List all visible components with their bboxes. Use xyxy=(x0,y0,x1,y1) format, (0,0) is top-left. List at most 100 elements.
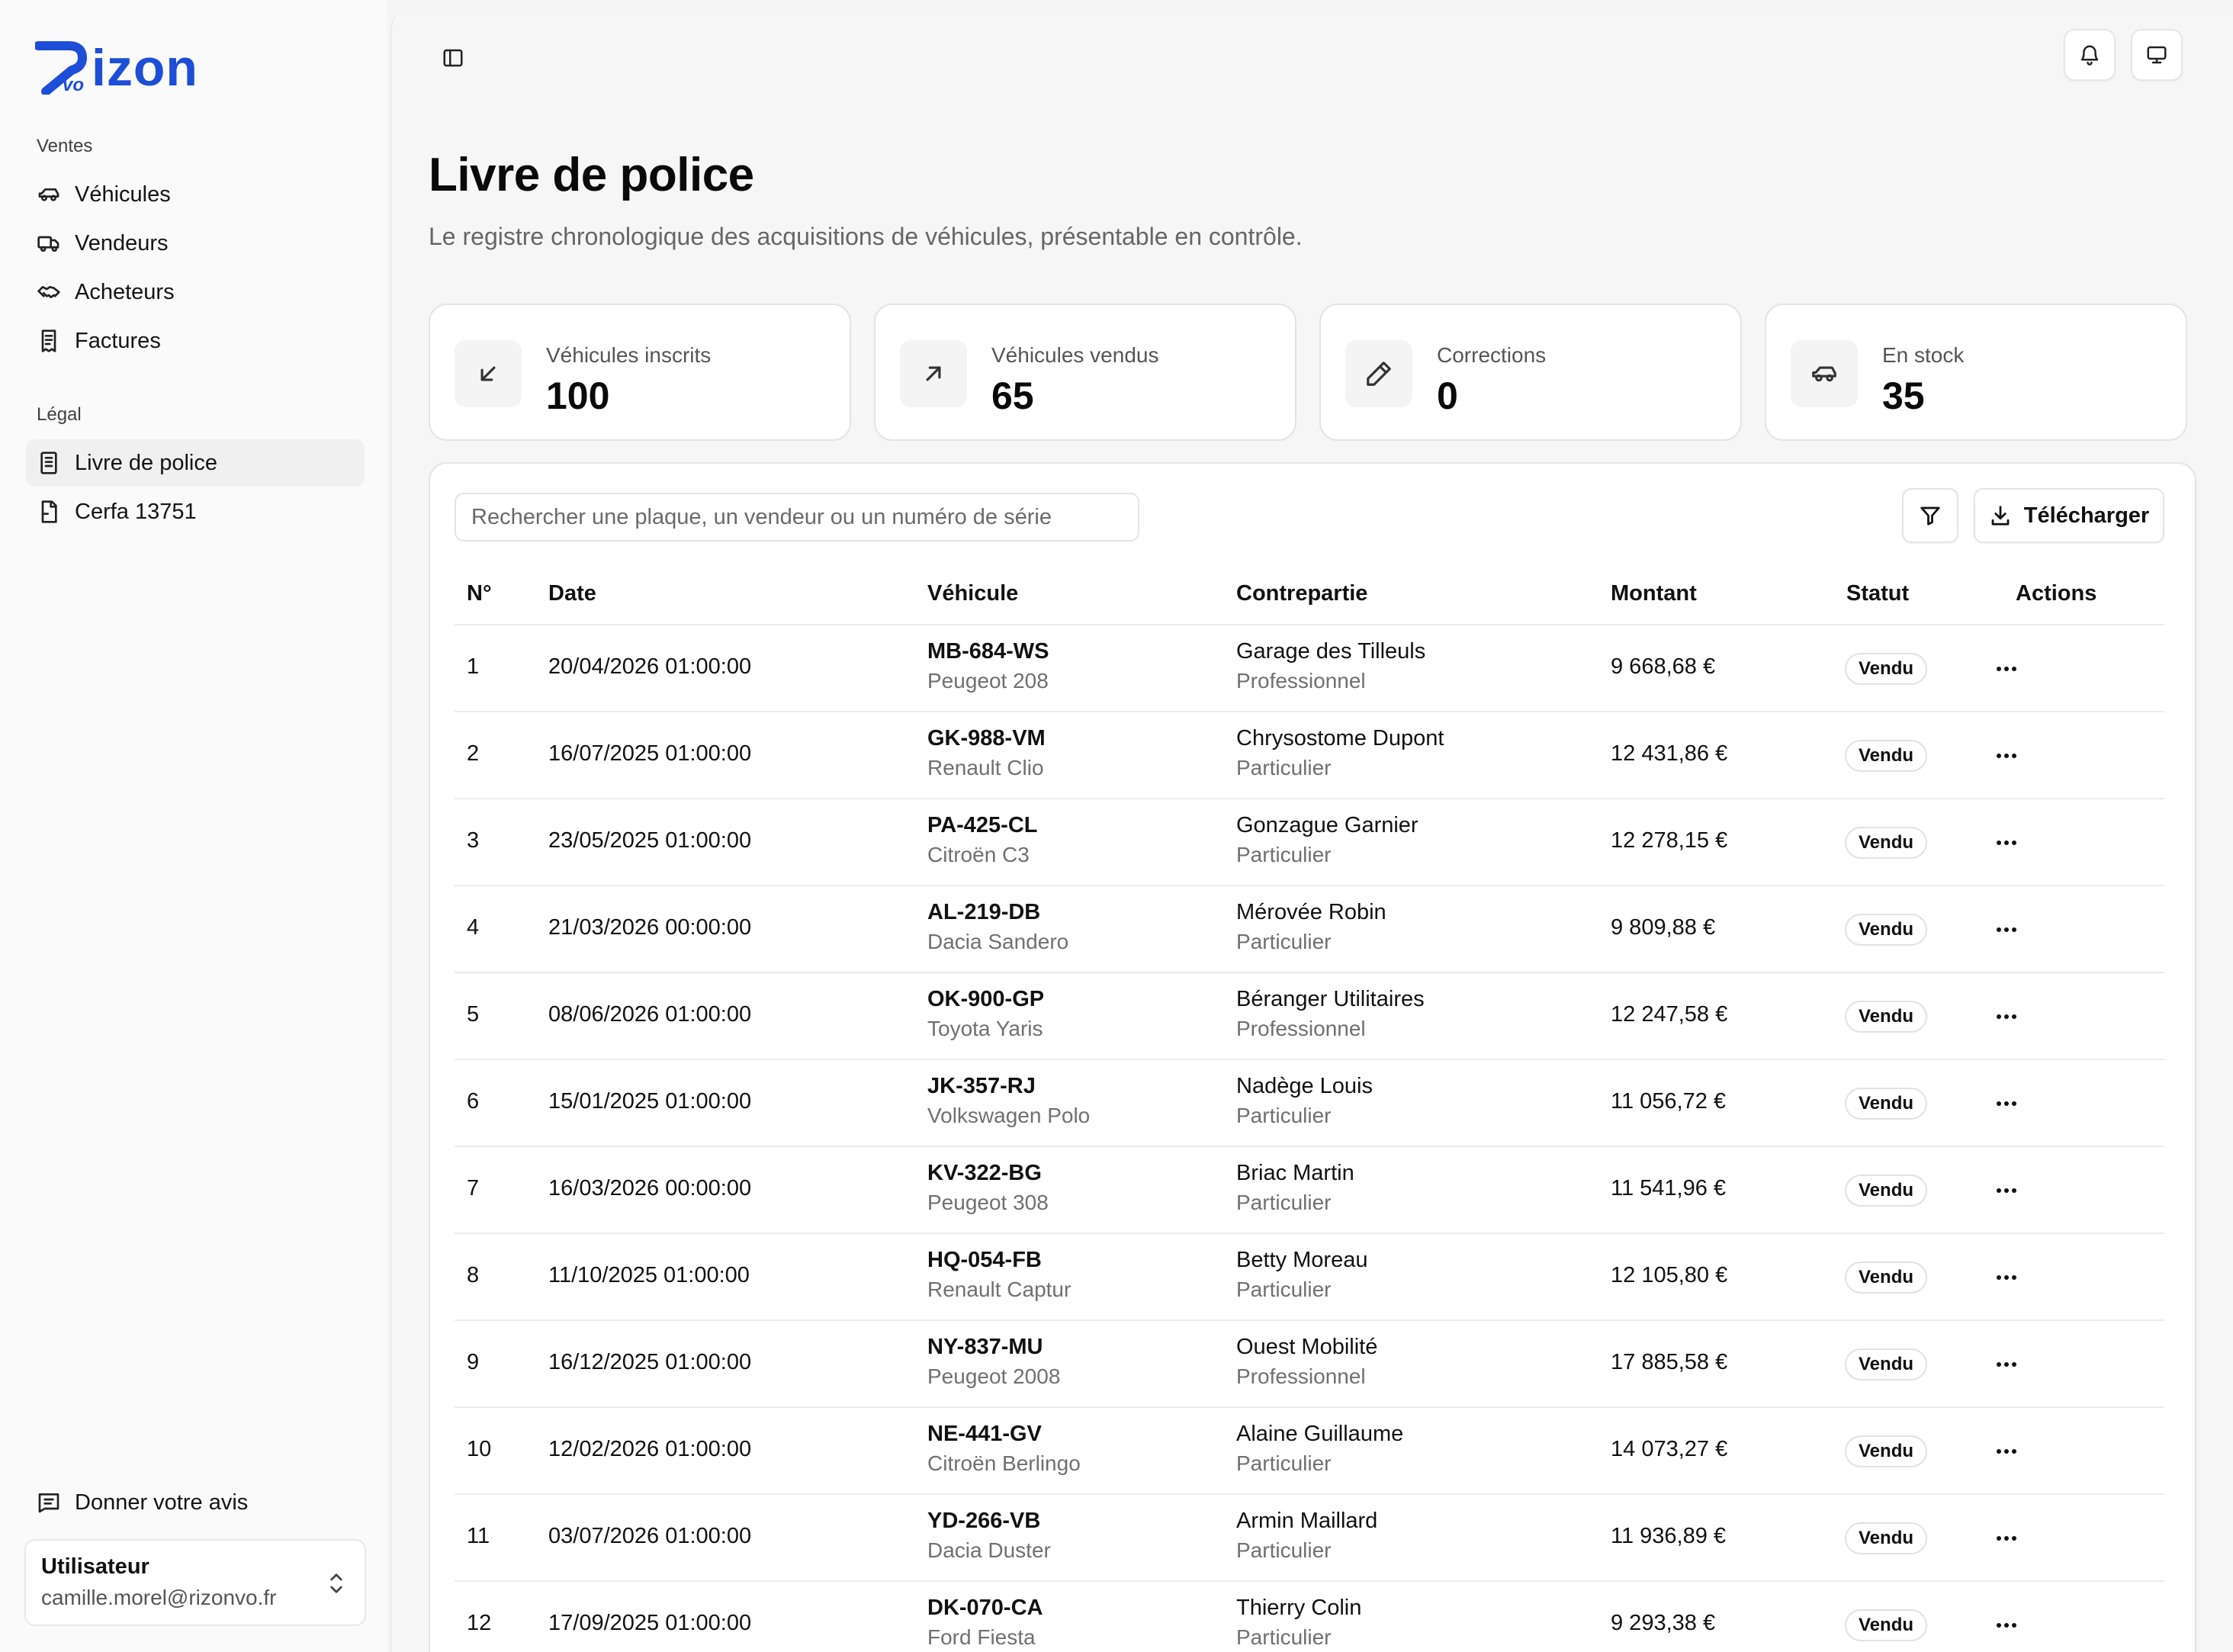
status-badge: Vendu xyxy=(1845,1435,1928,1467)
notifications-button[interactable] xyxy=(2064,29,2116,81)
more-horizontal-icon xyxy=(1997,667,2016,671)
party-name: Alaine Guillaume xyxy=(1236,1422,1404,1446)
cell-vehicle: OK-900-GP Toyota Yaris xyxy=(927,987,1044,1041)
party-type: Particulier xyxy=(1236,756,1332,779)
sidebar-toggle-button[interactable] xyxy=(435,40,471,76)
table-row[interactable]: 9 16/12/2025 01:00:00 NY-837-MU Peugeot 200… xyxy=(455,1321,2164,1408)
cell-party: Betty Moreau Particulier xyxy=(1236,1248,1367,1302)
column-header-amount[interactable]: Montant xyxy=(1611,581,1697,606)
cell-amount: 12 247,58 € xyxy=(1611,1002,1728,1027)
row-actions-button[interactable] xyxy=(1987,1085,2026,1123)
row-actions-button[interactable] xyxy=(1987,1345,2026,1384)
more-horizontal-icon xyxy=(1997,840,2016,845)
table-row[interactable]: 6 15/01/2025 01:00:00 JK-357-RJ Volkswagen … xyxy=(455,1060,2164,1147)
more-horizontal-icon xyxy=(1997,1188,2016,1193)
row-actions-button[interactable] xyxy=(1987,1606,2026,1644)
column-header-num[interactable]: N° xyxy=(467,581,492,606)
truck-icon xyxy=(37,231,61,256)
row-actions-button[interactable] xyxy=(1987,1258,2026,1297)
column-header-date[interactable]: Date xyxy=(548,581,596,606)
stat-label: Véhicules vendus xyxy=(991,343,1159,367)
row-actions-button[interactable] xyxy=(1987,911,2026,949)
row-actions-button[interactable] xyxy=(1987,1519,2026,1557)
table-row[interactable]: 8 11/10/2025 01:00:00 HQ-054-FB Renault Cap… xyxy=(455,1234,2164,1321)
party-type: Particulier xyxy=(1236,1104,1332,1127)
sidebar-item-vendeurs[interactable]: Vendeurs xyxy=(26,220,365,267)
party-type: Particulier xyxy=(1236,1625,1332,1649)
row-actions-button[interactable] xyxy=(1987,1432,2026,1470)
party-name: Chrysostome Dupont xyxy=(1236,726,1444,750)
book-icon xyxy=(37,451,61,475)
row-actions-button[interactable] xyxy=(1987,998,2026,1036)
cell-party: Gonzague Garnier Particulier xyxy=(1236,813,1419,867)
cell-date: 16/03/2026 00:00:00 xyxy=(548,1176,752,1200)
cell-num: 6 xyxy=(467,1089,480,1114)
party-name: Thierry Colin xyxy=(1236,1596,1362,1620)
user-name: Utilisateur xyxy=(41,1554,149,1579)
party-name: Armin Maillard xyxy=(1236,1509,1378,1533)
cell-num: 5 xyxy=(467,1002,480,1027)
chevrons-up-down-icon xyxy=(325,1570,348,1597)
column-header-status[interactable]: Statut xyxy=(1846,581,1909,606)
stat-label: En stock xyxy=(1882,343,1965,367)
user-menu[interactable]: Utilisateur camille.morel@rizonvo.fr xyxy=(24,1539,366,1626)
table-row[interactable]: 7 16/03/2026 00:00:00 KV-322-BG Peugeot 308… xyxy=(455,1147,2164,1234)
arrow-down-left-icon xyxy=(455,340,522,407)
status-badge: Vendu xyxy=(1845,653,1928,685)
table-row[interactable]: 3 23/05/2025 01:00:00 PA-425-CL Citroën C3 G… xyxy=(455,799,2164,886)
feedback-button[interactable]: Donner votre avis xyxy=(26,1479,365,1526)
party-name: Nadège Louis xyxy=(1236,1074,1373,1098)
party-type: Particulier xyxy=(1236,1278,1332,1301)
cell-date: 03/07/2026 01:00:00 xyxy=(548,1524,752,1548)
vehicle-plate: GK-988-VM xyxy=(927,726,1046,750)
table-row[interactable]: 5 08/06/2026 01:00:00 OK-900-GP Toyota Yari… xyxy=(455,973,2164,1060)
table-row[interactable]: 10 12/02/2026 01:00:00 NE-441-GV Citroën Be… xyxy=(455,1408,2164,1495)
more-horizontal-icon xyxy=(1997,1536,2016,1541)
vehicle-plate: YD-266-VB xyxy=(927,1509,1041,1533)
display-button[interactable] xyxy=(2131,29,2183,81)
vehicle-model: Toyota Yaris xyxy=(927,1017,1043,1040)
party-type: Professionnel xyxy=(1236,669,1366,693)
status-badge: Vendu xyxy=(1845,740,1928,772)
sidebar-item-label: Cerfa 13751 xyxy=(75,499,197,524)
vehicle-model: Citroën C3 xyxy=(927,843,1030,866)
sidebar-item-livre-de-police[interactable]: Livre de police xyxy=(26,439,365,487)
table-row[interactable]: 2 16/07/2025 01:00:00 GK-988-VM Renault Cli… xyxy=(455,712,2164,799)
row-actions-button[interactable] xyxy=(1987,824,2026,862)
stat-card-corrections: Corrections 0 xyxy=(1319,304,1742,441)
filter-button[interactable] xyxy=(1902,488,1958,543)
stat-value: 35 xyxy=(1882,374,1925,417)
page-title: Livre de police xyxy=(429,149,754,201)
sidebar: vo izon Ventes Véhicules Vendeurs Achete… xyxy=(0,0,387,1652)
file-icon xyxy=(37,500,61,524)
cell-amount: 12 278,15 € xyxy=(1611,828,1728,853)
sidebar-item-factures[interactable]: Factures xyxy=(26,317,365,365)
sidebar-item-acheteurs[interactable]: Acheteurs xyxy=(26,268,365,316)
column-header-party[interactable]: Contrepartie xyxy=(1236,581,1367,606)
party-name: Betty Moreau xyxy=(1236,1248,1368,1272)
vehicle-plate: JK-357-RJ xyxy=(927,1074,1036,1098)
vehicle-plate: HQ-054-FB xyxy=(927,1248,1042,1272)
cell-party: Garage des Tilleuls Professionnel xyxy=(1236,639,1425,693)
more-horizontal-icon xyxy=(1997,927,2016,932)
cell-amount: 11 936,89 € xyxy=(1611,1524,1727,1548)
search-input[interactable] xyxy=(455,493,1139,542)
logo[interactable]: vo izon xyxy=(35,34,198,95)
column-header-vehicle[interactable]: Véhicule xyxy=(927,581,1018,606)
table-row[interactable]: 11 03/07/2026 01:00:00 YD-266-VB Dacia Dust… xyxy=(455,1495,2164,1582)
status-badge: Vendu xyxy=(1845,1609,1928,1641)
sidebar-item-cerfa[interactable]: Cerfa 13751 xyxy=(26,488,365,535)
table-row[interactable]: 1 20/04/2026 01:00:00 MB-684-WS Peugeot 208… xyxy=(455,625,2164,712)
table-row[interactable]: 12 17/09/2025 01:00:00 DK-070-CA Ford Fiest… xyxy=(455,1582,2164,1652)
more-horizontal-icon xyxy=(1997,1014,2016,1019)
download-button[interactable]: Télécharger xyxy=(1974,488,2164,543)
bell-icon xyxy=(2080,45,2099,66)
row-actions-button[interactable] xyxy=(1987,737,2026,775)
vehicle-plate: OK-900-GP xyxy=(927,987,1045,1011)
row-actions-button[interactable] xyxy=(1987,650,2026,688)
table-row[interactable]: 4 21/03/2026 00:00:00 AL-219-DB Dacia Sande… xyxy=(455,886,2164,973)
row-actions-button[interactable] xyxy=(1987,1172,2026,1210)
app-root: vo izon Ventes Véhicules Vendeurs Achete… xyxy=(0,0,2233,1652)
sidebar-item-vehicules[interactable]: Véhicules xyxy=(26,171,365,218)
logo-sub: vo xyxy=(63,75,85,95)
